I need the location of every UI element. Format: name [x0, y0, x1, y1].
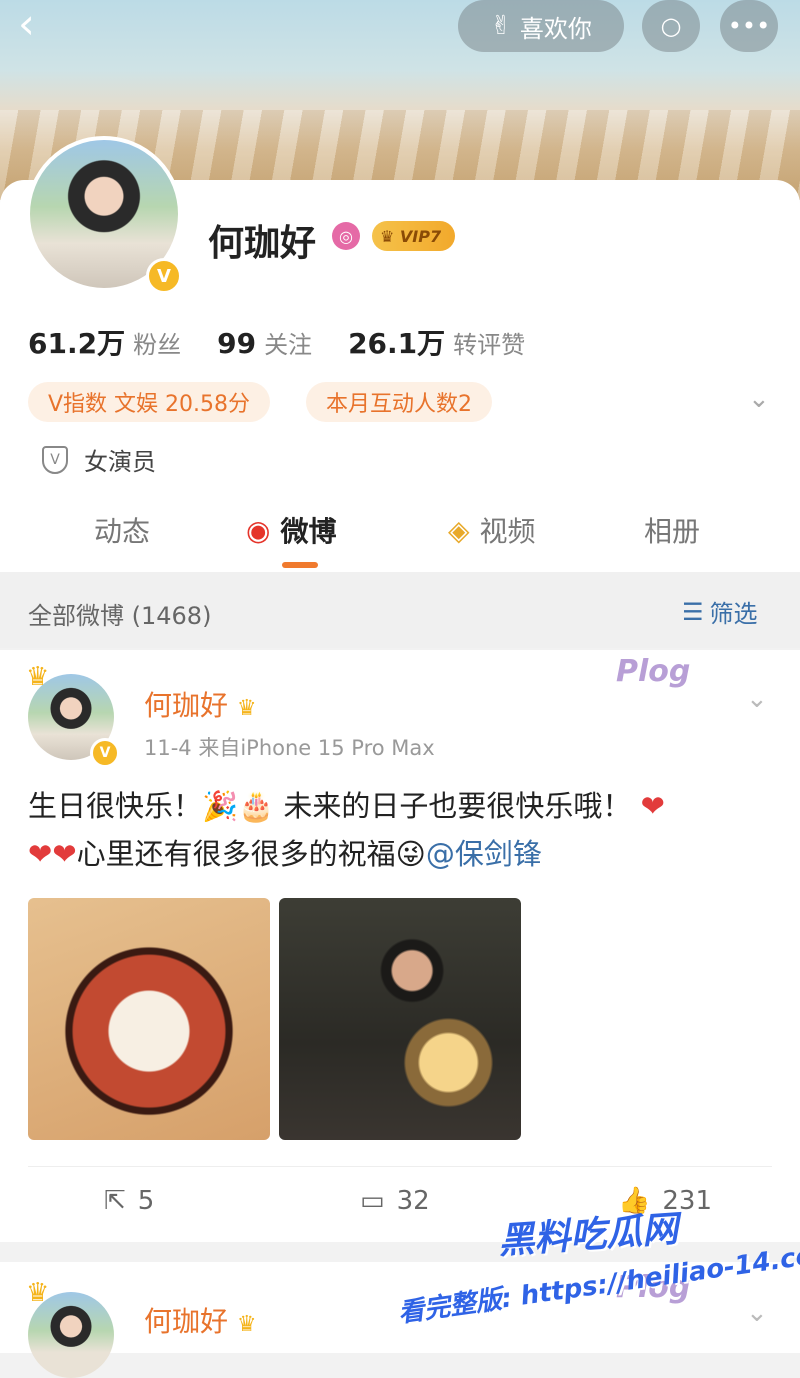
- repost-button[interactable]: ⇱ 5: [104, 1186, 154, 1216]
- verified-badge-icon: V: [146, 258, 182, 294]
- following-label[interactable]: 关注: [264, 325, 312, 360]
- crown-icon: ♛: [26, 662, 50, 692]
- watermark-title: 黑料吃瓜网: [497, 1208, 680, 1263]
- post-divider: [28, 1166, 772, 1167]
- post2-menu-chevron-icon[interactable]: ⌄: [746, 1298, 768, 1328]
- post-menu-chevron-icon[interactable]: ⌄: [746, 684, 768, 714]
- mention-link[interactable]: @保剑锋: [426, 837, 542, 871]
- post2-author[interactable]: 何珈好 ♛: [144, 1300, 257, 1340]
- hand-heart-icon: ✌: [490, 11, 512, 41]
- heart-icon: ❤: [640, 789, 665, 823]
- verified-badge-icon: V: [90, 738, 120, 768]
- heart-icon: ❤: [28, 837, 53, 871]
- occupation-row: V 女演员: [42, 442, 156, 477]
- engagement-count[interactable]: 26.1万: [348, 322, 445, 362]
- active-tab-indicator: [282, 562, 318, 568]
- profile-stats: 61.2万 粉丝 99 关注 26.1万 转评赞: [28, 322, 561, 362]
- followers-label[interactable]: 粉丝: [133, 325, 181, 360]
- repost-count: 5: [137, 1186, 155, 1216]
- heart-icon: ❤: [52, 837, 77, 871]
- back-icon[interactable]: ‹: [18, 3, 58, 48]
- post-image-food[interactable]: [28, 898, 270, 1140]
- chevron-down-icon[interactable]: ⌄: [748, 384, 770, 414]
- tab-weibo[interactable]: ◉ 微博: [246, 510, 336, 550]
- tab-album[interactable]: 相册: [644, 510, 700, 550]
- post-author[interactable]: 何珈好 ♛: [144, 684, 257, 724]
- interaction-tag[interactable]: 本月互动人数2: [306, 382, 492, 422]
- all-posts-count: 全部微博 (1468): [28, 602, 212, 630]
- comment-icon: ▭: [360, 1186, 385, 1216]
- post-text-part1: 生日很快乐！🎉🎂 未来的日子也要很快乐哦！: [28, 789, 632, 823]
- post-text-part2: 心里还有很多很多的祝福😜: [76, 837, 426, 871]
- vip-crown-icon: ♛: [236, 696, 257, 721]
- post-image-birthday[interactable]: [279, 898, 521, 1140]
- vip-label: VIP7: [399, 226, 442, 246]
- video-icon: ◈: [448, 513, 470, 547]
- like-you-label: 喜欢你: [519, 14, 592, 43]
- more-dots-icon: •••: [727, 12, 771, 40]
- crown-icon: ♛: [26, 1278, 50, 1308]
- tab-dynamics[interactable]: 动态: [94, 510, 150, 550]
- tab-dynamics-label: 动态: [94, 515, 151, 548]
- like-you-button[interactable]: ✌ 喜欢你: [458, 0, 624, 52]
- filter-label: 筛选: [709, 600, 758, 628]
- comment-count: 32: [396, 1186, 430, 1216]
- occupation-label: 女演员: [84, 448, 156, 476]
- tab-weibo-label: 微博: [280, 515, 337, 548]
- v-index-tag[interactable]: V指数 文娱 20.58分: [28, 382, 271, 422]
- tab-video-label: 视频: [479, 515, 536, 548]
- more-button[interactable]: •••: [720, 0, 778, 52]
- tab-video[interactable]: ◈ 视频: [448, 510, 536, 550]
- profile-name: 何珈好: [208, 223, 317, 264]
- filter-icon: ☰: [682, 597, 704, 626]
- followers-count[interactable]: 61.2万: [28, 322, 125, 362]
- comment-button[interactable]: ▭ 32: [360, 1186, 430, 1216]
- post-meta: 11-4 来自iPhone 15 Pro Max: [144, 736, 435, 760]
- vip-badge[interactable]: ♛ VIP7: [372, 221, 456, 251]
- plog-sticker: Plog: [616, 654, 691, 689]
- search-icon: ○: [660, 12, 682, 40]
- vip-crown-icon: ♛: [236, 1312, 257, 1337]
- shield-icon: V: [42, 445, 68, 474]
- repost-icon: ⇱: [104, 1186, 126, 1216]
- filter-button[interactable]: ☰ 筛选: [682, 594, 758, 629]
- weibo-logo-icon: ◉: [246, 513, 271, 547]
- post-text: 生日很快乐！🎉🎂 未来的日子也要很快乐哦！ ❤ ❤❤心里还有很多很多的祝福😜@保…: [28, 782, 778, 878]
- search-button[interactable]: ○: [642, 0, 700, 52]
- tab-album-label: 相册: [644, 515, 701, 548]
- live-badge-icon[interactable]: ◎: [332, 222, 360, 250]
- engagement-label[interactable]: 转评赞: [453, 325, 525, 360]
- following-count[interactable]: 99: [217, 327, 256, 360]
